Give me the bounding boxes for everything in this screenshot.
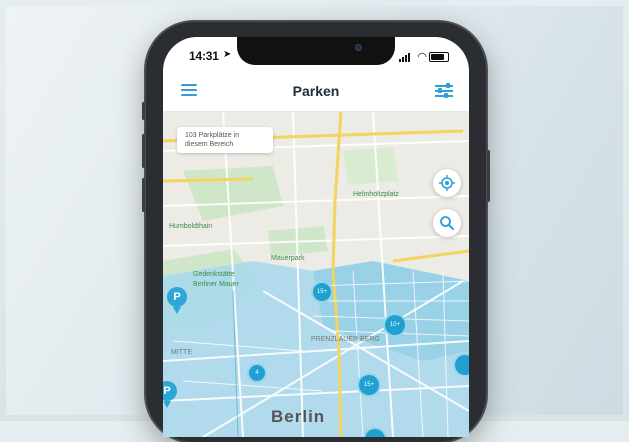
search-button[interactable] xyxy=(433,209,461,237)
camera-icon xyxy=(355,44,362,51)
battery-icon xyxy=(429,52,449,62)
page-title: Parken xyxy=(292,83,340,99)
parking-cluster[interactable]: 10+ xyxy=(383,313,407,337)
parking-pin[interactable]: P xyxy=(167,287,187,314)
location-arrow-icon: ➤ xyxy=(223,49,232,60)
parking-pin-letter: P xyxy=(163,381,177,401)
volume-down-button xyxy=(142,178,145,212)
parking-cluster[interactable]: 15+ xyxy=(311,281,333,303)
crosshair-icon xyxy=(439,175,455,191)
nav-bar: Parken xyxy=(163,71,469,112)
parking-count-line1: 103 Parkplätze in xyxy=(185,132,240,139)
parking-cluster[interactable]: 4 xyxy=(247,363,267,383)
phone-mockup: 14:31 ➤ ◠ Parken 103 Parkplätze in diese… xyxy=(142,22,490,442)
phone-screen: 14:31 ➤ ◠ Parken 103 Parkplätze in diese… xyxy=(163,37,469,437)
map-view[interactable]: 103 Parkplätze in diesem Bereich Humbold… xyxy=(163,111,469,437)
locate-button[interactable] xyxy=(433,169,461,197)
volume-up-button xyxy=(142,134,145,168)
map-label-helmholtzplatz: Helmholtzplatz xyxy=(353,191,399,198)
filter-icon[interactable] xyxy=(435,83,453,99)
parking-pin-tail xyxy=(163,401,171,408)
power-button xyxy=(487,150,490,202)
search-icon xyxy=(440,216,454,230)
parking-pin-letter: P xyxy=(167,287,187,307)
map-label-humboldthain: Humboldthain xyxy=(169,223,213,230)
notch xyxy=(237,37,395,65)
map-label-berliner-mauer: Berliner Mauer xyxy=(193,281,239,288)
signal-icon xyxy=(399,53,411,62)
map-label-gedenkstaette: Gedenkstätte xyxy=(193,271,235,278)
parking-cluster[interactable]: 15+ xyxy=(357,373,381,397)
parking-pin[interactable]: P xyxy=(163,381,177,408)
parking-count-box: 103 Parkplätze in diesem Bereich xyxy=(177,127,273,153)
map-label-mauerpark: Mauerpark xyxy=(271,255,305,262)
wifi-icon: ◠ xyxy=(417,51,427,63)
parking-pin-tail xyxy=(173,307,181,314)
status-time: 14:31 xyxy=(189,49,219,63)
mute-switch xyxy=(142,102,145,120)
parking-count-line2: diesem Bereich xyxy=(185,141,234,148)
map-label-city: Berlin xyxy=(271,407,326,426)
map-label-mitte: MITTE xyxy=(171,349,192,356)
map-label-prenzlauer: PRENZLAUER BERG xyxy=(311,336,380,343)
